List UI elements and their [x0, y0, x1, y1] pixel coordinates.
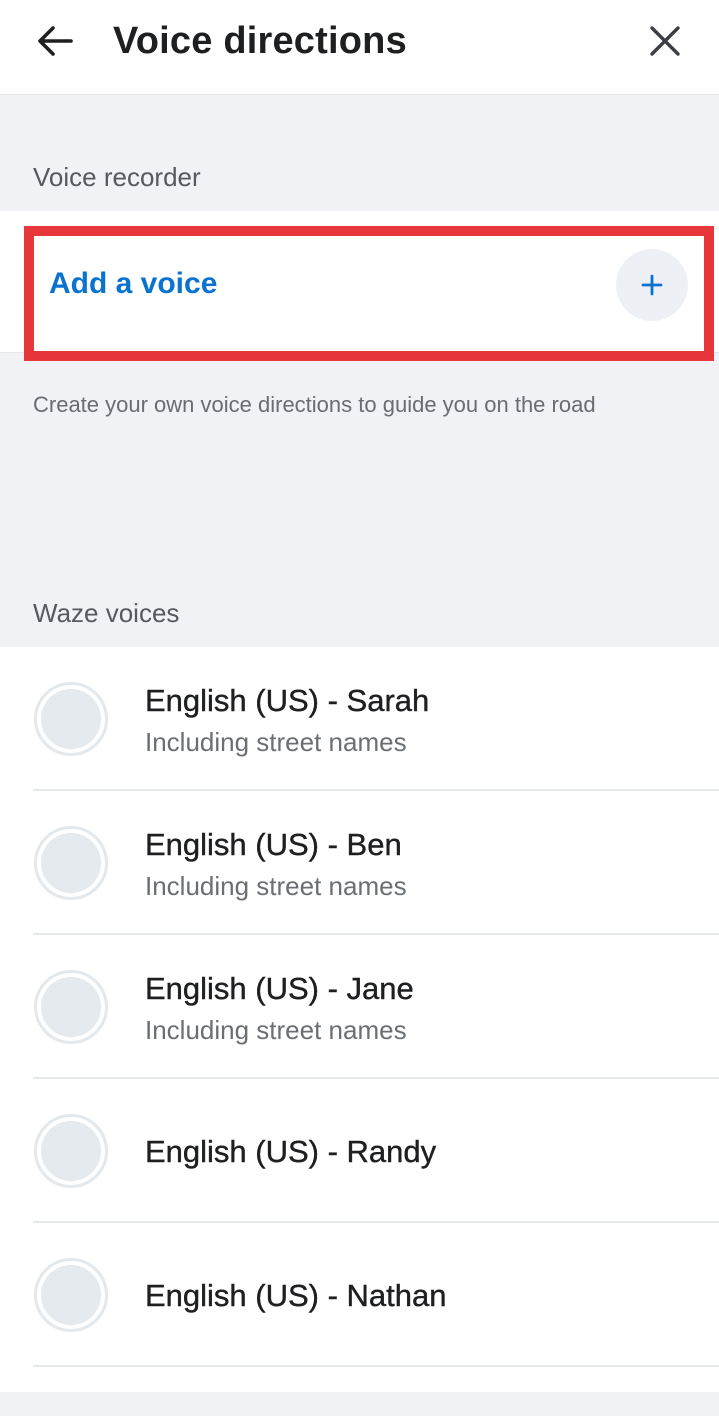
divider: [33, 1365, 719, 1367]
radio-button[interactable]: [34, 970, 108, 1044]
add-voice-link[interactable]: Add a voice: [49, 266, 217, 302]
waze-voices-list: English (US) - Sarah Including street na…: [0, 647, 719, 1392]
back-button[interactable]: [30, 16, 80, 66]
section-label-waze-voices: Waze voices: [33, 598, 180, 628]
radio-fill: [41, 1121, 101, 1181]
radio-fill: [41, 977, 101, 1037]
voice-item-randy[interactable]: English (US) - Randy: [0, 1079, 719, 1223]
radio-button[interactable]: [34, 1258, 108, 1332]
voice-item-sarah[interactable]: English (US) - Sarah Including street na…: [0, 647, 719, 791]
radio-button[interactable]: [34, 682, 108, 756]
section-label-voice-recorder: Voice recorder: [33, 162, 201, 192]
radio-fill: [41, 689, 101, 749]
radio-button[interactable]: [34, 1114, 108, 1188]
voice-name: English (US) - Sarah: [145, 683, 430, 718]
voice-item-jane[interactable]: English (US) - Jane Including street nam…: [0, 935, 719, 1079]
radio-fill: [41, 1265, 101, 1325]
voice-name: English (US) - Randy: [145, 1134, 437, 1169]
close-button[interactable]: [640, 16, 690, 66]
voice-subtitle: Including street names: [145, 871, 407, 901]
top-app-bar: Voice directions: [0, 0, 719, 95]
voice-name: English (US) - Nathan: [145, 1278, 447, 1313]
close-icon: [650, 26, 680, 56]
add-voice-button[interactable]: [616, 249, 688, 321]
voice-item-nathan[interactable]: English (US) - Nathan: [0, 1223, 719, 1367]
voice-recorder-helper-text: Create your own voice directions to guid…: [33, 392, 596, 417]
voice-subtitle: Including street names: [145, 727, 407, 757]
voice-item-ben[interactable]: English (US) - Ben Including street name…: [0, 791, 719, 935]
voice-name: English (US) - Jane: [145, 971, 414, 1006]
radio-fill: [41, 833, 101, 893]
voice-subtitle: Including street names: [145, 1015, 407, 1045]
voice-name: English (US) - Ben: [145, 827, 402, 862]
arrow-left-icon: [38, 26, 73, 56]
page-title: Voice directions: [113, 20, 407, 62]
plus-icon: [641, 274, 663, 296]
radio-button[interactable]: [34, 826, 108, 900]
